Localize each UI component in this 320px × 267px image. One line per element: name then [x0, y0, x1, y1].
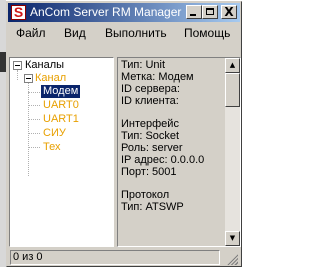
tree-connector	[28, 105, 40, 106]
app-window: S AnCom Server RM Manager X Файл Вид Вып…	[6, 1, 242, 267]
close-button[interactable]: X	[221, 5, 237, 19]
tree-node-uart0[interactable]: UART0	[43, 99, 79, 112]
menu-file[interactable]: Файл	[16, 24, 46, 43]
minimize-button[interactable]	[186, 5, 202, 19]
info-server-id: ID сервера:	[121, 83, 180, 95]
info-client-id: ID клиента:	[121, 95, 179, 107]
tree-node-siu[interactable]: СИУ	[43, 127, 66, 140]
vertical-scrollbar[interactable]: ▲ ▼	[225, 58, 240, 246]
tree-root-channels[interactable]: Каналы	[25, 59, 64, 72]
app-icon: S	[11, 4, 26, 20]
tree-connector	[28, 147, 40, 148]
info-ip-address: IP адрес: 0.0.0.0	[121, 154, 205, 166]
info-interface-heading: Интерфейс	[121, 118, 179, 130]
tree-connector	[17, 70, 18, 80]
info-port: Порт: 5001	[121, 166, 177, 178]
info-role: Роль: server	[121, 142, 183, 154]
collapse-root-icon[interactable]	[13, 61, 22, 70]
close-icon: X	[224, 5, 234, 19]
tree-connector	[28, 92, 40, 93]
info-label: Метка: Модем	[121, 71, 194, 83]
scroll-down-arrow-icon[interactable]: ▼	[225, 231, 240, 246]
info-protocol-type: Тип: ATSWP	[121, 201, 184, 213]
menu-view[interactable]: Вид	[64, 24, 86, 43]
window-title: AnCom Server RM Manager	[30, 5, 182, 19]
collapse-group-icon[interactable]	[24, 74, 33, 83]
info-type: Тип: Unit	[121, 59, 166, 71]
info-protocol-heading: Протокол	[121, 189, 170, 201]
tree-connector	[28, 133, 40, 134]
scroll-up-arrow-icon[interactable]: ▲	[225, 58, 240, 73]
menu-run[interactable]: Выполнить	[105, 24, 167, 43]
maximize-button[interactable]	[202, 5, 218, 19]
status-count: 0 из 0	[10, 250, 220, 265]
menu-bar: Файл Вид Выполнить Помощь	[8, 24, 240, 43]
tree-connector	[28, 83, 29, 176]
tree-node-modem[interactable]: Модем	[41, 85, 81, 98]
maximize-icon	[206, 8, 214, 15]
info-interface-type: Тип: Socket	[121, 130, 180, 142]
properties-panel: Тип: Unit Метка: Модем ID сервера: ID кл…	[117, 57, 241, 247]
tree-node-uart1[interactable]: UART1	[43, 113, 79, 126]
title-bar[interactable]: S AnCom Server RM Manager X	[8, 3, 240, 22]
tree-node-channel[interactable]: Канал	[35, 72, 66, 85]
resize-grip-icon[interactable]	[226, 253, 238, 265]
minimize-icon	[190, 14, 196, 16]
tree-node-tech[interactable]: Тех	[43, 141, 60, 154]
menu-help[interactable]: Помощь	[184, 24, 230, 43]
tree-connector	[28, 119, 40, 120]
properties-text: Тип: Unit Метка: Модем ID сервера: ID кл…	[121, 59, 226, 213]
scroll-thumb[interactable]	[225, 73, 240, 107]
channel-tree[interactable]: Каналы Канал Модем UART0 UART1 СИУ Тех	[9, 57, 114, 247]
status-bar: 0 из 0	[8, 250, 240, 266]
